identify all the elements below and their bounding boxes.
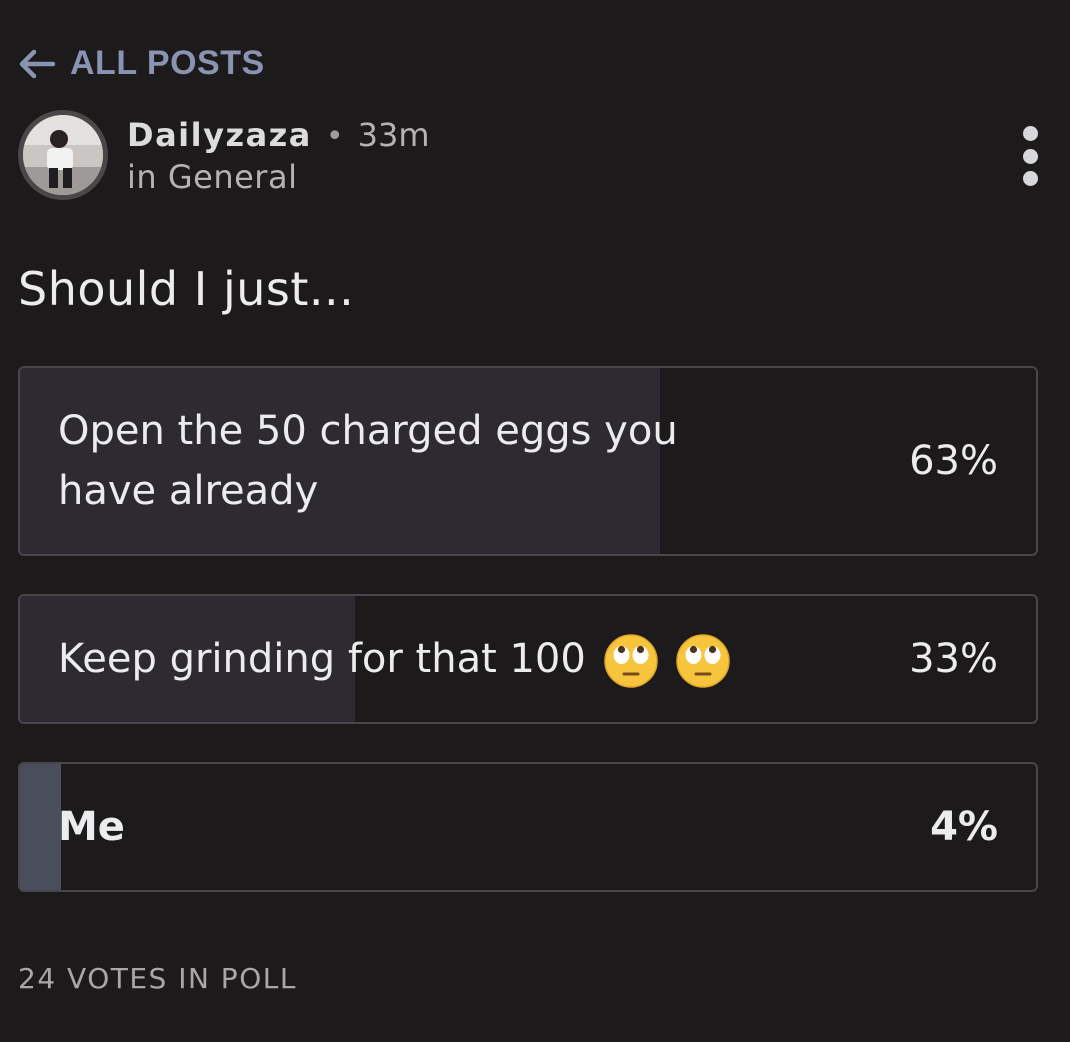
poll-option-label: Me <box>58 804 125 850</box>
poll-option-label: Keep grinding for that 100 <box>58 636 586 682</box>
poll-option-percent: 33% <box>909 636 998 682</box>
post-time: 33m <box>357 116 430 154</box>
poll-option-1[interactable]: Open the 50 charged eggs you have alread… <box>18 366 1038 556</box>
poll-option-2[interactable]: Keep grinding for that 100 33% <box>18 594 1038 724</box>
author-name[interactable]: Dailyzaza <box>127 116 312 154</box>
poll-option-percent: 63% <box>909 438 998 484</box>
avatar[interactable] <box>18 110 108 200</box>
poll-option-percent: 4% <box>930 804 998 850</box>
post-category[interactable]: in General <box>127 158 297 196</box>
more-options-icon[interactable] <box>1020 126 1040 186</box>
poll-option-3[interactable]: Me 4% <box>18 762 1038 892</box>
arrow-left-icon <box>18 49 56 79</box>
poll-fill-bar <box>20 764 61 890</box>
meta-separator: • <box>325 119 344 154</box>
back-link-label: ALL POSTS <box>70 44 265 82</box>
poll-option-label-wrap: Keep grinding for that 100 <box>58 629 731 689</box>
poll-vote-count: 24 VOTES IN POLL <box>18 962 297 995</box>
post-meta: Dailyzaza • 33m <box>127 116 429 154</box>
face-with-rolling-eyes-icon <box>603 633 659 689</box>
post-title: Should I just... <box>18 262 355 316</box>
face-with-rolling-eyes-icon <box>675 633 731 689</box>
poll-option-label: Open the 50 charged eggs you have alread… <box>58 408 678 514</box>
back-to-all-posts-link[interactable]: ALL POSTS <box>18 44 265 83</box>
post-header: Dailyzaza • 33m in General <box>18 110 1052 200</box>
